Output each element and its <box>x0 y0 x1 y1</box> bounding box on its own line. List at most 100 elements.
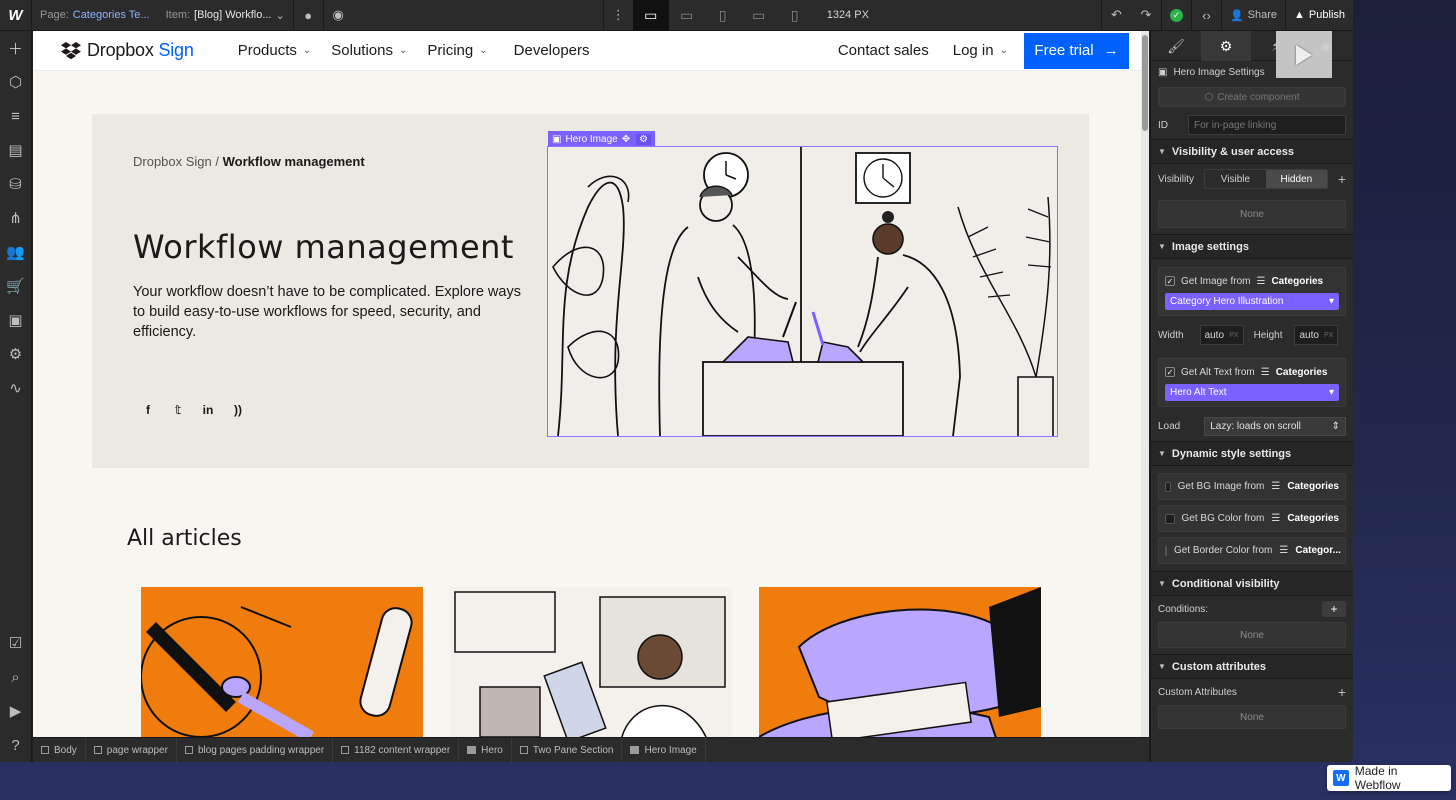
logic-icon[interactable]: ⋔ <box>0 201 32 235</box>
crumb-label: Hero <box>481 744 503 756</box>
tablet-breakpoint-icon[interactable]: ▯ <box>705 0 741 31</box>
publish-button[interactable]: ▲ Publish <box>1285 0 1353 31</box>
checkbox-checked[interactable]: ✓ <box>1165 367 1175 377</box>
webflow-logo-icon[interactable]: W <box>0 0 32 31</box>
nav-products[interactable]: Products ⌄ <box>228 42 322 59</box>
article-card[interactable] <box>141 587 423 737</box>
item-selector[interactable]: Item: [Blog] Workflo... ⌄ <box>158 0 293 31</box>
hidden-option[interactable]: Hidden <box>1265 170 1327 188</box>
more-vertical-icon[interactable]: ⋮ <box>602 0 633 31</box>
undo-icon[interactable]: ↶ <box>1100 0 1131 31</box>
caret-down-icon: ▾ <box>1328 296 1334 307</box>
twitter-icon[interactable]: 𝕥 <box>170 402 186 418</box>
settings-gear-icon[interactable]: ⚙ <box>1201 31 1251 61</box>
checkbox-checked[interactable]: ✓ <box>1165 276 1175 286</box>
settings-icon[interactable]: ⚙ <box>0 337 32 371</box>
article-card[interactable] <box>450 587 732 737</box>
checkbox-unchecked[interactable] <box>1165 513 1175 524</box>
hero-image[interactable] <box>547 146 1058 437</box>
checkbox-unchecked[interactable] <box>1165 481 1171 492</box>
pages-icon[interactable]: ▤ <box>0 133 32 167</box>
nav-developers[interactable]: Developers <box>504 42 600 59</box>
create-component-button[interactable]: ⬡ Create component <box>1158 87 1346 107</box>
users-icon[interactable]: 👥 <box>0 235 32 269</box>
crumb-two-pane-section[interactable]: Two Pane Section <box>512 737 623 762</box>
scrollbar-thumb[interactable] <box>1142 35 1148 131</box>
assets-icon[interactable]: ▣ <box>0 303 32 337</box>
breadcrumb-root[interactable]: Dropbox Sign / <box>133 154 219 169</box>
share-button[interactable]: 👤 Share <box>1220 0 1285 31</box>
width-label: Width <box>1158 329 1184 341</box>
add-elements-icon[interactable]: ＋ <box>0 31 32 65</box>
log-in-menu[interactable]: Log in ⌄ <box>941 42 1020 59</box>
visible-option[interactable]: Visible <box>1205 170 1266 188</box>
design-canvas[interactable]: Dropbox Sign Products ⌄ Solutions ⌄ Pricin… <box>33 31 1149 737</box>
contact-sales-link[interactable]: Contact sales <box>826 42 941 59</box>
mobile-landscape-icon[interactable]: ▭ <box>741 0 777 31</box>
page-selector[interactable]: Page: Categories Te... <box>32 0 158 31</box>
status-check-icon[interactable]: ✓ <box>1160 0 1191 31</box>
help-icon[interactable]: ? <box>0 728 32 762</box>
comments-icon[interactable]: ● <box>292 0 323 31</box>
free-trial-button[interactable]: Free trial → <box>1024 32 1129 69</box>
custom-attributes-header[interactable]: ▼ Custom attributes <box>1151 654 1353 679</box>
brand-logo[interactable]: Dropbox Sign <box>61 40 194 61</box>
crumb-content-wrapper[interactable]: 1182 content wrapper <box>333 737 460 762</box>
tasks-check-icon[interactable]: ☑ <box>0 626 32 660</box>
cms-icon[interactable]: ⛁ <box>0 167 32 201</box>
image-settings-header[interactable]: ▼ Image settings <box>1151 234 1353 259</box>
crumb-hero[interactable]: Hero <box>459 737 512 762</box>
ecommerce-icon[interactable]: 🛒 <box>0 269 32 303</box>
selected-element-tag[interactable]: ▣ Hero Image ✥ ⚙ <box>548 131 656 147</box>
image-field-select[interactable]: Category Hero Illustration ▾ <box>1165 293 1339 310</box>
crumb-page-wrapper[interactable]: page wrapper <box>86 737 177 762</box>
audit-icon[interactable]: ∿ <box>0 371 32 405</box>
video-icon[interactable]: ▶ <box>0 694 32 728</box>
bg-image-binding[interactable]: Get BG Image from ☰ Categories <box>1158 473 1346 500</box>
bg-color-binding[interactable]: Get BG Color from ☰ Categories <box>1158 505 1346 532</box>
search-icon[interactable]: ⌕ <box>0 660 32 694</box>
style-brush-icon[interactable]: 🖌 <box>1151 31 1201 61</box>
alt-field-select[interactable]: Hero Alt Text ▾ <box>1165 384 1339 401</box>
add-icon[interactable]: + <box>1338 171 1346 187</box>
preview-eye-icon[interactable]: ◉ <box>322 0 353 31</box>
redo-icon[interactable]: ↷ <box>1131 0 1161 31</box>
nav-solutions[interactable]: Solutions ⌄ <box>321 42 417 59</box>
id-input[interactable]: For in-page linking <box>1188 115 1346 135</box>
linkedin-icon[interactable]: in <box>200 402 216 418</box>
crumb-body[interactable]: Body <box>33 737 86 762</box>
navigator-icon[interactable]: ≡ <box>0 99 32 133</box>
load-select[interactable]: Lazy: loads on scroll ⇕ <box>1204 416 1346 436</box>
hero-description: Your workflow doesn’t have to be complic… <box>133 284 521 340</box>
height-input[interactable]: auto PX <box>1294 325 1339 345</box>
visibility-toggle[interactable]: Visible Hidden <box>1203 169 1328 189</box>
mobile-portrait-icon[interactable]: ▯ <box>777 0 813 31</box>
article-illustration <box>450 587 732 737</box>
add-icon[interactable]: + <box>1338 684 1346 700</box>
visibility-section-header[interactable]: ▼ Visibility & user access <box>1151 139 1353 164</box>
facebook-icon[interactable]: f <box>140 402 156 418</box>
nav-pricing[interactable]: Pricing ⌄ <box>417 42 497 59</box>
crumb-blog-padding-wrapper[interactable]: blog pages padding wrapper <box>177 737 334 762</box>
chevron-down-icon: ⌄ <box>399 45 408 56</box>
rss-icon[interactable]: )) <box>230 402 246 418</box>
conditional-visibility-header[interactable]: ▼ Conditional visibility <box>1151 571 1353 596</box>
code-export-icon[interactable]: ‹› <box>1190 0 1221 31</box>
made-in-webflow-badge[interactable]: W Made in Webflow <box>1327 764 1451 792</box>
border-color-binding[interactable]: Get Border Color from ☰ Categor... <box>1158 537 1346 564</box>
add-condition-button[interactable]: + <box>1322 601 1346 617</box>
visibility-label: Visibility <box>1158 173 1194 185</box>
dynamic-style-header[interactable]: ▼ Dynamic style settings <box>1151 441 1353 466</box>
gear-icon[interactable]: ⚙ <box>636 133 652 145</box>
article-card[interactable] <box>759 587 1041 737</box>
desktop-breakpoint-icon[interactable]: ▭ <box>632 0 669 31</box>
checkbox-unchecked[interactable] <box>1165 545 1167 556</box>
large-breakpoint-icon[interactable]: ▭ <box>669 0 705 31</box>
width-input[interactable]: auto PX <box>1199 325 1244 345</box>
canvas-scrollbar[interactable] <box>1141 31 1149 737</box>
hero-section[interactable]: Dropbox Sign / Workflow management Workf… <box>92 114 1089 468</box>
brand-name: Dropbox Sign <box>87 40 194 61</box>
components-icon[interactable]: ⬡ <box>0 65 32 99</box>
crumb-hero-image[interactable]: Hero Image <box>622 737 706 762</box>
video-play-overlay[interactable] <box>1276 31 1332 78</box>
